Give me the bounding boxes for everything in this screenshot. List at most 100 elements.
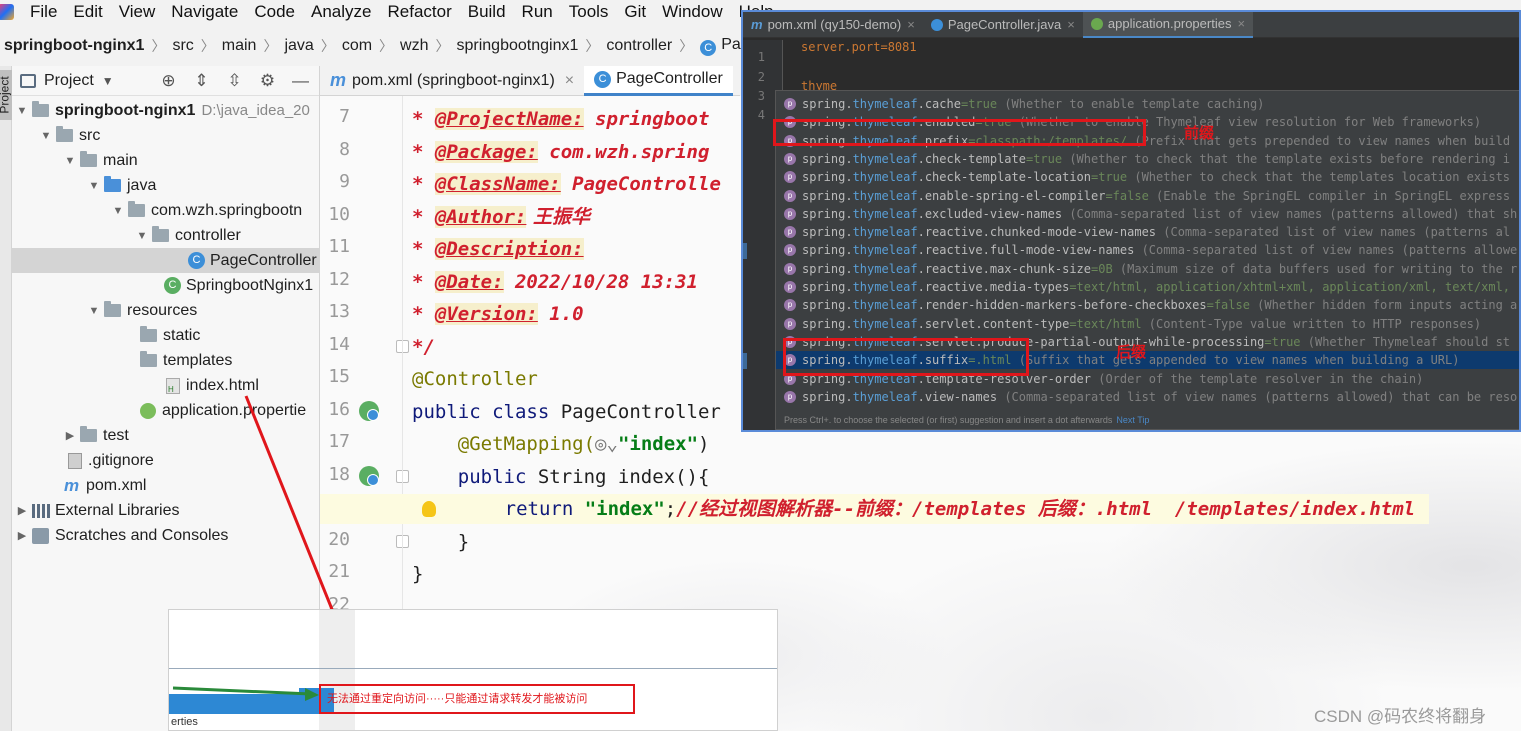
close-icon[interactable]: ×: [907, 17, 915, 32]
chevron-down-icon[interactable]: ▼: [112, 205, 124, 217]
class-name: PageController: [560, 401, 721, 423]
class-icon: C: [188, 252, 205, 269]
tree-item-scratches[interactable]: ▶ Scratches and Consoles: [12, 523, 320, 548]
completion-item[interactable]: p spring.thymeleaf.view-names (Comma-sepa…: [776, 388, 1519, 406]
gear-icon[interactable]: ⚙: [251, 71, 284, 91]
completion-rest: .reactive.chunked-mode-view-names: [917, 225, 1157, 240]
keyword: return: [504, 498, 585, 520]
overlay-tab-pagecontroller[interactable]: PageController.java ×: [923, 12, 1083, 38]
tree-item-gitignore[interactable]: .gitignore: [12, 448, 320, 473]
javadoc-value: 1.0: [537, 303, 584, 325]
javadoc-tag: @Author:: [434, 206, 527, 228]
breadcrumb-java[interactable]: java: [280, 37, 317, 55]
tab-pagecontroller[interactable]: C PageController: [584, 65, 733, 96]
breadcrumb-package[interactable]: springbootnginx1: [453, 37, 583, 55]
tree-item-templates[interactable]: templates: [12, 348, 320, 373]
tree-item-label: test: [103, 426, 129, 444]
completion-item[interactable]: p spring.thymeleaf.enable-spring-el-compi…: [776, 187, 1519, 205]
menu-refactor[interactable]: Refactor: [379, 2, 459, 22]
locate-file-icon[interactable]: ⊕: [152, 71, 185, 91]
menu-file[interactable]: File: [22, 2, 65, 22]
breadcrumb-separator-icon: 〉: [263, 38, 278, 54]
tree-item-static[interactable]: static: [12, 323, 320, 348]
chevron-right-icon[interactable]: ▶: [16, 504, 28, 517]
menu-navigate[interactable]: Navigate: [163, 2, 246, 22]
tree-item-package[interactable]: ▼ com.wzh.springbootn: [12, 198, 320, 223]
source-folder-icon: [104, 176, 121, 192]
tree-item-application-class[interactable]: C SpringbootNginx1: [12, 273, 320, 298]
chevron-right-icon[interactable]: ▶: [16, 529, 28, 542]
completion-rest: .view-names: [917, 389, 998, 404]
breadcrumb-wzh[interactable]: wzh: [396, 37, 432, 55]
overlay-tab-application-properties[interactable]: application.properties ×: [1082, 12, 1254, 38]
tree-item-main[interactable]: ▼ main: [12, 148, 320, 173]
spring-mapping-icon[interactable]: [359, 466, 379, 486]
menu-view[interactable]: View: [111, 2, 164, 22]
completion-item[interactable]: p spring.thymeleaf.excluded-view-names (C…: [776, 205, 1519, 223]
tree-item-java[interactable]: ▼ java: [12, 173, 320, 198]
annotation: @Controller: [412, 368, 538, 390]
next-tip-link[interactable]: Next Tip: [1116, 415, 1149, 425]
breadcrumb-com[interactable]: com: [338, 37, 376, 55]
tree-item-application-properties[interactable]: application.propertie: [12, 398, 320, 423]
completion-item[interactable]: p spring.thymeleaf.cache=true (Whether to…: [776, 95, 1519, 113]
lightbulb-icon[interactable]: [422, 501, 436, 517]
tree-item-project[interactable]: ▼ springboot-nginx1 D:\java_idea_20: [12, 98, 320, 123]
spring-bean-icon[interactable]: [359, 401, 379, 421]
breadcrumb-src[interactable]: src: [168, 37, 197, 55]
chevron-down-icon[interactable]: ▼: [88, 180, 100, 192]
breadcrumb-main[interactable]: main: [218, 37, 261, 55]
menu-git[interactable]: Git: [616, 2, 654, 22]
close-icon[interactable]: ×: [1067, 17, 1075, 32]
breadcrumb-project[interactable]: springboot-nginx1: [0, 37, 148, 55]
menu-build[interactable]: Build: [460, 2, 514, 22]
completion-item[interactable]: p spring.thymeleaf.reactive.full-mode-vie…: [776, 241, 1519, 259]
completion-item[interactable]: p spring.thymeleaf.render-hidden-markers-…: [776, 296, 1519, 314]
tree-item-resources[interactable]: ▼ resources: [12, 298, 320, 323]
collapse-all-icon[interactable]: ⇳: [218, 71, 251, 91]
hide-panel-icon[interactable]: —: [284, 71, 317, 91]
overlay-tab-pom[interactable]: m pom.xml (qy150-demo) ×: [743, 12, 923, 38]
close-icon[interactable]: ×: [565, 72, 574, 90]
menu-code[interactable]: Code: [246, 2, 303, 22]
code-line-14: */: [412, 332, 435, 362]
chevron-down-icon[interactable]: ▼: [102, 74, 114, 88]
menu-edit[interactable]: Edit: [65, 2, 110, 22]
tree-item-test[interactable]: ▶ test: [12, 423, 320, 448]
project-view-selector[interactable]: Project: [44, 72, 94, 90]
tree-item-controller[interactable]: ▼ controller: [12, 223, 320, 248]
globe-icon[interactable]: ◎⌄: [595, 433, 618, 455]
chevron-right-icon[interactable]: ▶: [64, 429, 76, 442]
chevron-down-icon[interactable]: ▼: [136, 230, 148, 242]
tree-item-external-libraries[interactable]: ▶ External Libraries: [12, 498, 320, 523]
menu-run[interactable]: Run: [514, 2, 561, 22]
breadcrumb-controller[interactable]: controller: [602, 37, 676, 55]
close-icon[interactable]: ×: [1237, 16, 1245, 31]
menu-tools[interactable]: Tools: [561, 2, 617, 22]
chevron-down-icon[interactable]: ▼: [40, 130, 52, 142]
completion-item[interactable]: p spring.thymeleaf.reactive.max-chunk-siz…: [776, 260, 1519, 278]
tree-item-src[interactable]: ▼ src: [12, 123, 320, 148]
menu-window[interactable]: Window: [654, 2, 730, 22]
project-tool-tab[interactable]: Project: [0, 70, 12, 120]
chevron-down-icon[interactable]: ▼: [64, 155, 76, 167]
tree-item-index-html[interactable]: Hindex.html: [12, 373, 320, 398]
chevron-down-icon[interactable]: ▼: [16, 105, 28, 117]
completion-item[interactable]: p spring.thymeleaf.reactive.chunked-mode-…: [776, 223, 1519, 241]
expand-all-icon[interactable]: ⇕: [185, 71, 218, 91]
completion-item[interactable]: p spring.thymeleaf.check-template-locatio…: [776, 168, 1519, 186]
completion-item[interactable]: p spring.thymeleaf.servlet.content-type=t…: [776, 315, 1519, 333]
tree-item-label: springboot-nginx1: [55, 101, 196, 119]
tab-pom-xml[interactable]: m pom.xml (springboot-nginx1) ×: [320, 66, 584, 96]
chevron-down-icon[interactable]: ▼: [88, 305, 100, 317]
tree-item-pagecontroller[interactable]: C PageController: [12, 248, 320, 273]
menu-analyze[interactable]: Analyze: [303, 2, 379, 22]
code-line-11: * @Description:: [412, 234, 584, 264]
completion-rest: .cache: [917, 97, 961, 111]
completion-item[interactable]: p spring.thymeleaf.reactive.media-types=t…: [776, 278, 1519, 296]
folder-icon: [140, 351, 157, 367]
completion-prefix: spring.: [802, 280, 853, 294]
javadoc-tag: @ProjectName:: [434, 108, 584, 130]
completion-item[interactable]: p spring.thymeleaf.check-template=true (W…: [776, 150, 1519, 168]
tree-item-pom[interactable]: m pom.xml: [12, 473, 320, 498]
